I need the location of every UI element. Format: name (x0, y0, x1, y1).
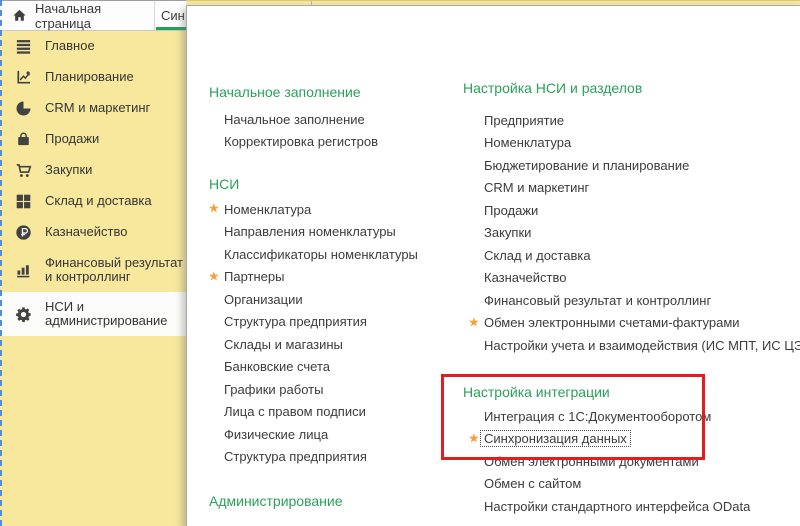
gear-icon (14, 305, 32, 323)
sidebar-item-label: CRM и маркетинг (45, 101, 186, 116)
sidebar-item-label: Казначейство (45, 225, 186, 240)
menu-item[interactable]: Организации (210, 288, 418, 311)
favorite-star-icon[interactable]: ★ (208, 270, 220, 283)
pie-chart-icon (14, 100, 32, 118)
menu-item[interactable]: Казначейство (470, 267, 800, 290)
menu-item[interactable]: Обмен с сайтом (470, 473, 750, 496)
menu-item[interactable]: Склад и доставка (470, 244, 800, 267)
menu-item[interactable]: Закупки (470, 222, 800, 245)
tab-home-page[interactable]: Начальная страница (0, 1, 155, 30)
favorite-star-icon[interactable]: ★ (468, 432, 480, 445)
sidebar-item-main[interactable]: Главное (0, 31, 186, 62)
menu-item[interactable]: ★Обмен электронными счетами-фактурами (470, 312, 800, 335)
menu-section-items: Интеграция с 1С:Документооборотом ★Синхр… (470, 405, 750, 518)
function-menu-panel: Начальное заполнение Начальное заполнени… (186, 5, 800, 526)
menu-item[interactable]: Классификаторы номенклатуры (210, 243, 418, 266)
section-title: Начальное заполнение (209, 82, 361, 102)
sidebar-item-treasury[interactable]: Казначейство (0, 217, 186, 248)
home-icon (12, 8, 27, 23)
menu-item[interactable]: Номенклатура (470, 132, 800, 155)
sidebar-item-financial-result[interactable]: Финансовый результат и контроллинг (0, 248, 186, 292)
menu-item[interactable]: Продажи (470, 199, 800, 222)
menu-section-items: Начальное заполнение Корректировка регис… (210, 108, 378, 153)
shopping-cart-icon (14, 162, 32, 180)
bag-icon (14, 131, 32, 149)
menu-item[interactable]: Структура предприятия (210, 311, 418, 334)
menu-item[interactable]: Структура предприятия (210, 446, 418, 469)
menu-item-data-sync[interactable]: ★Синхронизация данных (470, 428, 750, 451)
sidebar-item-label: Склад и доставка (45, 194, 186, 209)
tab-sync-clipped[interactable]: Син (155, 1, 185, 30)
section-title: Администрирование (209, 491, 343, 511)
tab-label: Син (161, 8, 185, 23)
sidebar-item-label: Закупки (45, 163, 186, 178)
sidebar-item-crm[interactable]: CRM и маркетинг (0, 93, 186, 124)
menu-item[interactable]: Склады и магазины (210, 333, 418, 356)
menu-item[interactable]: Направления номенклатуры (210, 221, 418, 244)
sidebar-item-label: Финансовый результат и контроллинг (45, 256, 186, 285)
sidebar-item-warehouse[interactable]: Склад и доставка (0, 186, 186, 217)
sidebar-item-label: Планирование (45, 70, 186, 85)
bar-chart-icon (14, 261, 32, 279)
menu-item[interactable]: ★Партнеры (210, 266, 418, 289)
section-title: Настройка интеграции (463, 382, 610, 402)
menu-item[interactable]: Банковские счета (210, 356, 418, 379)
planning-chart-icon (14, 69, 32, 87)
tab-label: Начальная страница (35, 1, 154, 31)
sidebar-item-planning[interactable]: Планирование (0, 62, 186, 93)
grid-icon (14, 193, 32, 211)
sidebar-item-purchases[interactable]: Закупки (0, 155, 186, 186)
hamburger-menu-icon (14, 38, 32, 56)
menu-item[interactable]: Лица с правом подписи (210, 401, 418, 424)
menu-item[interactable]: ★Номенклатура (210, 198, 418, 221)
section-title: НСИ (209, 174, 239, 194)
menu-item[interactable]: Настройки учета и взаимодействия (ИС МПТ… (470, 334, 800, 357)
menu-item[interactable]: Финансовый результат и контроллинг (470, 289, 800, 312)
menu-item[interactable]: Начальное заполнение (210, 108, 378, 131)
menu-section-items: ★Номенклатура Направления номенклатуры К… (210, 198, 418, 468)
menu-section-items: Предприятие Номенклатура Бюджетирование … (470, 109, 800, 357)
focused-item-label: Синхронизация данных (480, 430, 631, 447)
section-sidebar: Главное Планирование CRM и маркетинг Про… (0, 31, 186, 526)
menu-item[interactable]: CRM и маркетинг (470, 177, 800, 200)
favorite-star-icon[interactable]: ★ (468, 316, 480, 329)
menu-item[interactable]: Бюджетирование и планирование (470, 154, 800, 177)
menu-item[interactable]: Настройки стандартного интерфейса OData (470, 495, 750, 518)
sidebar-item-label: НСИ и администрирование (45, 300, 186, 329)
favorite-star-icon[interactable]: ★ (208, 203, 220, 216)
sidebar-item-sales[interactable]: Продажи (0, 124, 186, 155)
sidebar-item-label: Продажи (45, 132, 186, 147)
section-title: Настройка НСИ и разделов (463, 78, 642, 98)
menu-item[interactable]: Корректировка регистров (210, 131, 378, 154)
menu-item[interactable]: Физические лица (210, 423, 418, 446)
sidebar-item-label: Главное (45, 39, 186, 54)
menu-item[interactable]: Интеграция с 1С:Документооборотом (470, 405, 750, 428)
menu-item[interactable]: Обмен электронными документами (470, 450, 750, 473)
sidebar-item-nsi-administration[interactable]: НСИ и администрирование (0, 292, 186, 336)
menu-item[interactable]: Графики работы (210, 378, 418, 401)
ruble-circle-icon (14, 224, 32, 242)
menu-item[interactable]: Предприятие (470, 109, 800, 132)
